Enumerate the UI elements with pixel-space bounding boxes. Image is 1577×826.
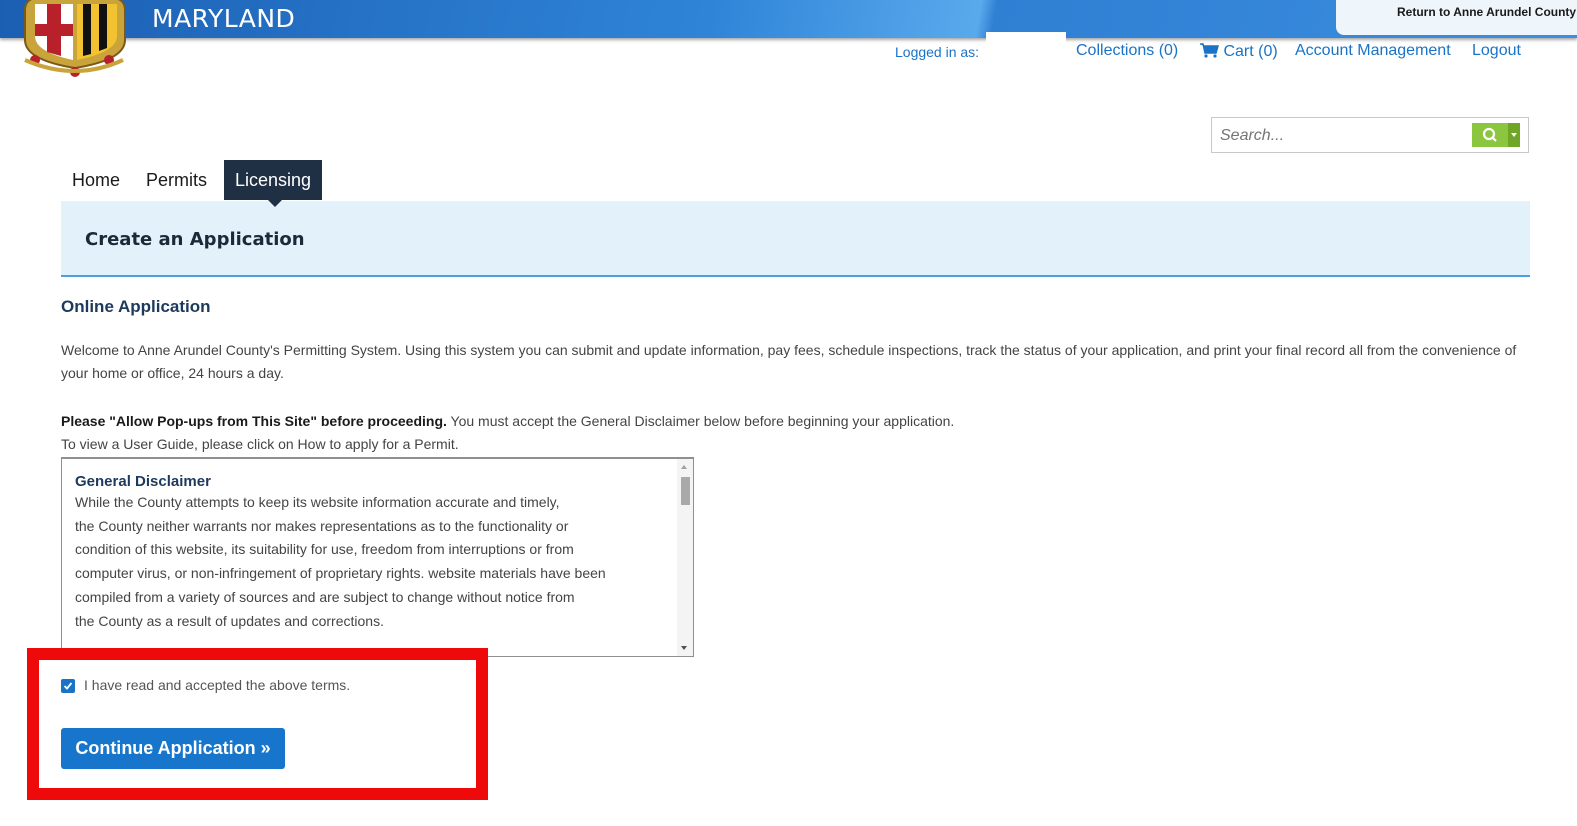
scroll-down-icon[interactable] [681,646,687,650]
search-icon [1482,127,1497,142]
cart-label: Cart (0) [1223,43,1278,60]
maryland-seal-icon [24,0,126,77]
scroll-up-icon[interactable] [681,465,687,469]
cart-icon [1200,43,1219,58]
tab-home[interactable]: Home [72,160,120,200]
account-management-link[interactable]: Account Management [1295,42,1451,60]
popup-notice-text: You must accept the General Disclaimer b… [446,413,955,429]
logged-in-label: Logged in as: [895,44,980,60]
disclaimer-title: General Disclaimer [75,473,211,490]
return-to-county-link[interactable]: Return to Anne Arundel County [1336,0,1577,35]
disclaimer-scrollbar[interactable] [677,459,693,656]
disclaimer-line: the County neither warrants nor makes re… [75,517,569,534]
highlight-box [27,648,488,800]
tab-licensing[interactable]: Licensing [224,160,323,200]
user-guide-text: To view a User Guide, please click on Ho… [61,436,459,452]
disclaimer-line: the County as a result of updates and co… [75,612,384,629]
disclaimer-line: condition of this website, its suitabili… [75,541,574,558]
page-header: Create an Application [61,201,1530,277]
redacted-username [986,32,1066,60]
search-options-dropdown[interactable] [1508,123,1520,147]
logout-link[interactable]: Logout [1472,42,1521,60]
page-title: Create an Application [85,229,305,250]
disclaimer-line: compiled from a variety of sources and a… [75,588,575,605]
disclaimer-box[interactable]: General Disclaimer While the County atte… [61,457,694,657]
disclaimer-line: While the County attempts to keep its we… [75,494,560,510]
collections-link[interactable]: Collections (0) [1076,42,1178,60]
continue-application-button[interactable]: Continue Application » [61,728,285,769]
welcome-text: Welcome to Anne Arundel County's Permitt… [61,342,1517,381]
popup-notice-bold: Please "Allow Pop-ups from This Site" be… [61,413,447,429]
caret-down-icon [1511,133,1517,137]
checkmark-icon [63,682,73,690]
brand-name: MARYLAND [152,4,296,33]
accept-terms-label[interactable]: I have read and accepted the above terms… [84,677,350,693]
section-title: Online Application [61,297,211,316]
active-tab-indicator [268,200,282,207]
accept-terms-checkbox[interactable] [61,679,75,693]
popup-notice: Please "Allow Pop-ups from This Site" be… [61,410,1521,433]
tab-permits[interactable]: Permits [146,160,207,200]
scroll-thumb[interactable] [681,477,690,505]
search-input[interactable] [1218,124,1472,148]
disclaimer-body: While the County attempts to keep its we… [75,491,665,633]
disclaimer-line: computer virus, or non-infringement of p… [75,565,606,582]
cart-link[interactable]: Cart (0) [1199,42,1278,61]
search-button[interactable] [1472,123,1508,147]
